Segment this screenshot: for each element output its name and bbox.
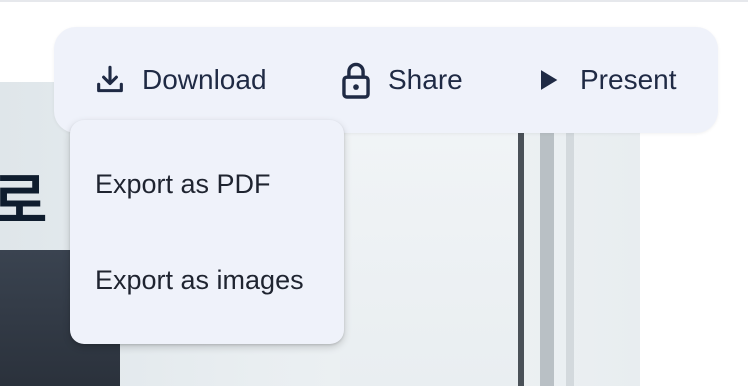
export-images-menu-item[interactable]: Export as images xyxy=(70,232,344,328)
top-divider xyxy=(0,0,748,2)
download-button[interactable]: Download xyxy=(92,27,267,133)
top-toolbar: Download Share Present xyxy=(54,27,718,133)
slide-window-frame xyxy=(540,132,554,386)
lock-icon xyxy=(338,62,374,99)
slide-window-frame xyxy=(566,132,574,386)
present-button[interactable]: Present xyxy=(530,27,677,133)
share-button[interactable]: Share xyxy=(338,27,463,133)
play-icon xyxy=(530,62,566,98)
screen: 로 Download Share Present Export as PDF E… xyxy=(0,0,748,386)
download-icon xyxy=(92,62,128,98)
export-pdf-menu-item[interactable]: Export as PDF xyxy=(70,136,344,232)
download-label: Download xyxy=(142,64,267,95)
slide-glyph: 로 xyxy=(0,167,48,237)
share-label: Share xyxy=(388,64,463,95)
slide-window-frame xyxy=(518,132,524,386)
present-label: Present xyxy=(580,64,677,95)
download-menu: Export as PDF Export as images xyxy=(70,120,344,344)
